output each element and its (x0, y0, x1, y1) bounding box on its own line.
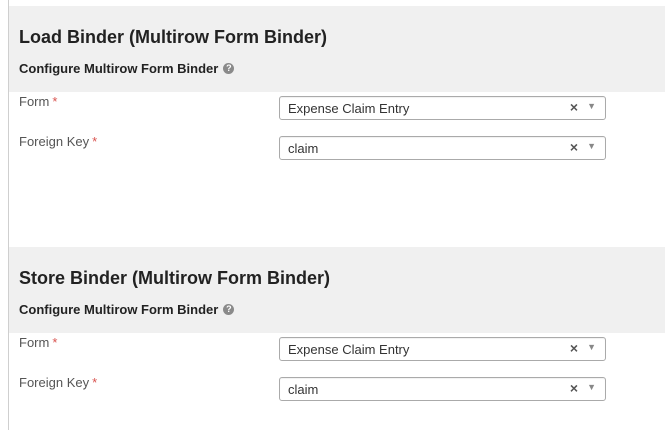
store-form-field: Form * Expense Claim Entry × ▼ (9, 335, 665, 363)
chevron-down-icon[interactable]: ▼ (587, 101, 596, 111)
store-binder-section: Store Binder (Multirow Form Binder) Conf… (9, 247, 665, 401)
store-form-label-text: Form (19, 335, 50, 350)
load-form-select[interactable]: Expense Claim Entry × ▼ (279, 96, 606, 120)
required-marker: * (92, 134, 98, 149)
help-icon[interactable]: ? (223, 63, 235, 74)
load-form-field: Form * Expense Claim Entry × ▼ (9, 94, 665, 122)
load-form-label-text: Form (19, 94, 50, 109)
store-form-select[interactable]: Expense Claim Entry × ▼ (279, 337, 606, 361)
store-binder-title: Store Binder (Multirow Form Binder) (19, 268, 331, 288)
load-binder-section: Load Binder (Multirow Form Binder) Confi… (9, 6, 665, 160)
load-form-label: Form * (19, 94, 57, 109)
store-foreign-key-field: Foreign Key * claim × ▼ (9, 375, 665, 403)
load-foreign-key-select-value: claim (288, 141, 319, 156)
load-foreign-key-select[interactable]: claim × ▼ (279, 136, 606, 160)
load-binder-subtitle-text: Configure Multirow Form Binder (19, 61, 219, 76)
chevron-down-icon[interactable]: ▼ (587, 382, 596, 392)
store-foreign-key-select[interactable]: claim × ▼ (279, 377, 606, 401)
load-binder-subtitle: Configure Multirow Form Binder ? (19, 61, 235, 76)
store-foreign-key-label-text: Foreign Key (19, 375, 90, 390)
required-marker: * (92, 375, 98, 390)
help-icon[interactable]: ? (223, 304, 235, 315)
clear-icon[interactable]: × (570, 340, 578, 356)
store-binder-subtitle-text: Configure Multirow Form Binder (19, 302, 219, 317)
store-binder-header: Store Binder (Multirow Form Binder) Conf… (9, 247, 665, 333)
store-foreign-key-select-value: claim (288, 382, 319, 397)
load-form-select-value: Expense Claim Entry (288, 101, 410, 116)
required-marker: * (52, 335, 58, 350)
load-binder-header: Load Binder (Multirow Form Binder) Confi… (9, 6, 665, 92)
load-foreign-key-label-text: Foreign Key (19, 134, 90, 149)
chevron-down-icon[interactable]: ▼ (587, 141, 596, 151)
clear-icon[interactable]: × (570, 380, 578, 396)
store-form-label: Form * (19, 335, 57, 350)
required-marker: * (52, 94, 58, 109)
load-binder-title: Load Binder (Multirow Form Binder) (19, 27, 327, 47)
clear-icon[interactable]: × (570, 99, 578, 115)
store-binder-subtitle: Configure Multirow Form Binder ? (19, 302, 235, 317)
chevron-down-icon[interactable]: ▼ (587, 342, 596, 352)
clear-icon[interactable]: × (570, 139, 578, 155)
store-foreign-key-label: Foreign Key * (19, 375, 97, 390)
store-form-select-value: Expense Claim Entry (288, 342, 410, 357)
load-foreign-key-field: Foreign Key * claim × ▼ (9, 134, 665, 162)
load-foreign-key-label: Foreign Key * (19, 134, 97, 149)
